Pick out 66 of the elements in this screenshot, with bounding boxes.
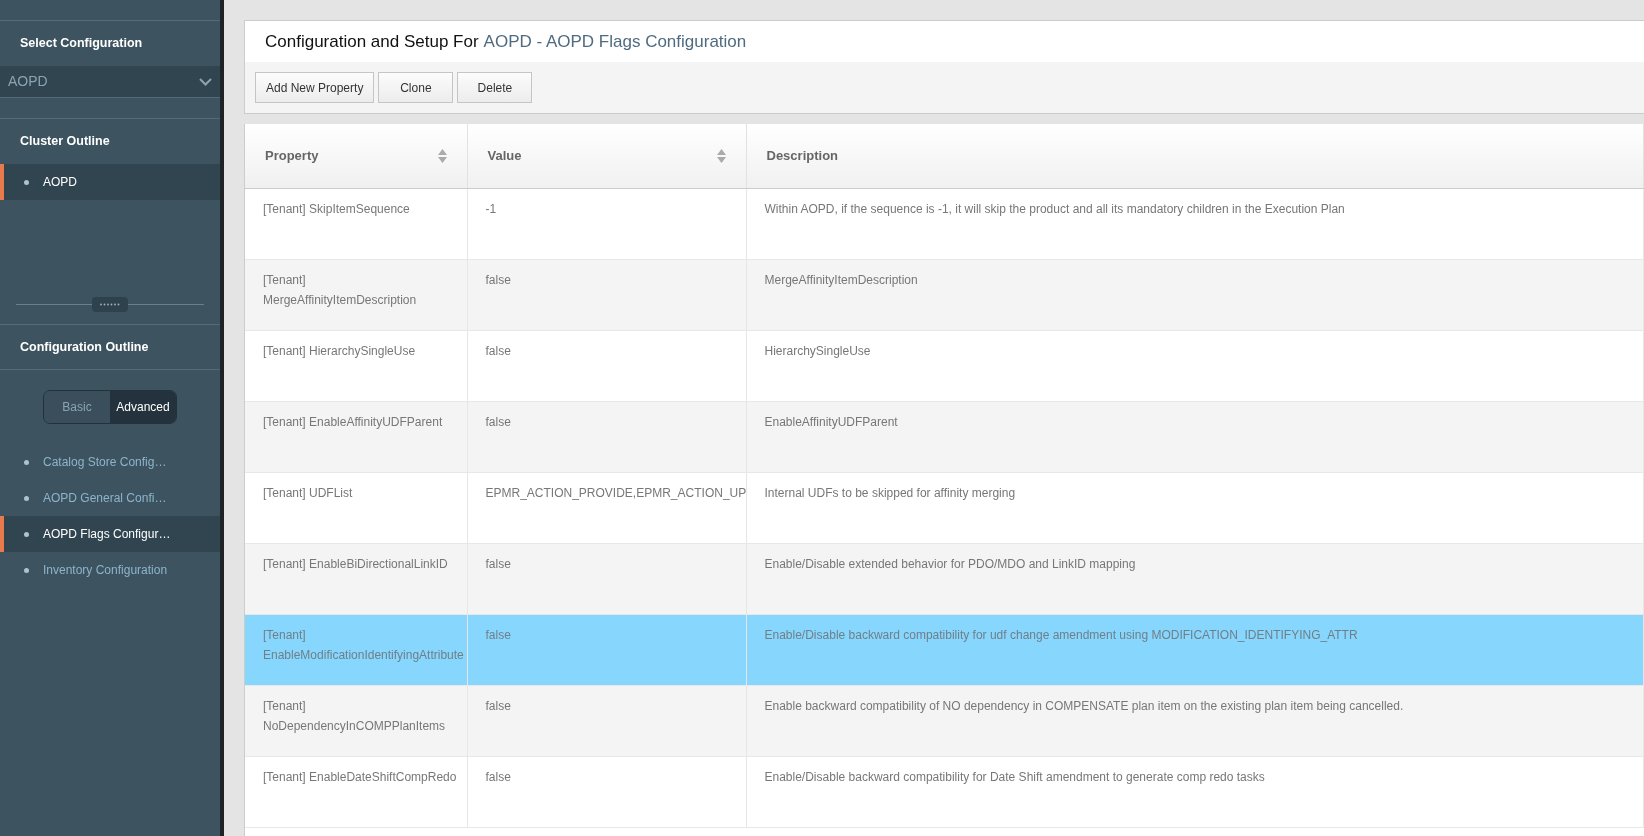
table-row[interactable]: [Tenant] EnableDateShiftCompRedo false Enable/Disable backward compatibility for Date Shift amendment to generate comp redo tasks bbox=[245, 756, 1644, 827]
table-cell: [Tenant] MergeAffinityItemDescription bbox=[245, 259, 467, 330]
table-cell: -1 bbox=[467, 188, 746, 259]
table-row[interactable]: [Tenant] UDFList EPMR_ACTION_PROVIDE,EPMR_ACTION_UP Internal UDFs to be skipped for affinity merging bbox=[245, 472, 1644, 543]
column-label: Property bbox=[265, 147, 319, 165]
table-row[interactable]: [Tenant] SkipItemSequence -1 Within AOPD, if the sequence is -1, it will skip the product and all its mandatory children in the Execution Plan bbox=[245, 188, 1644, 259]
table-cell: false bbox=[467, 259, 746, 330]
table-cell: [Tenant] EnableDateShiftCompRedo bbox=[245, 756, 467, 827]
section-title: Select Configuration bbox=[20, 35, 143, 53]
table-cell: EnableAffinityUDFParent bbox=[746, 401, 1644, 472]
table-row[interactable]: [Tenant] EnableAffinityUDFParent false EnableAffinityUDFParent bbox=[245, 401, 1644, 472]
bullet-icon bbox=[24, 459, 29, 465]
table-cell: false bbox=[467, 756, 746, 827]
toolbar-button[interactable]: Clone bbox=[378, 72, 454, 103]
table-cell: [Tenant] UDFList bbox=[245, 472, 467, 543]
table-cell: Enable backward compatibility of NO dependency in COMPENSATE plan item on the existing plan item being cancelled. bbox=[746, 685, 1644, 756]
mode-toggle[interactable]: Advanced bbox=[110, 391, 176, 423]
nav-item[interactable]: Catalog Store Config… bbox=[0, 444, 220, 480]
bullet-icon bbox=[24, 567, 29, 573]
table-cell: MergeAffinityItemDescription bbox=[746, 259, 1644, 330]
table-cell: false bbox=[467, 685, 746, 756]
column-header[interactable]: Value bbox=[467, 124, 746, 188]
table-cell: false bbox=[467, 614, 746, 685]
sort-icon[interactable] bbox=[716, 148, 726, 163]
table-cell: Internal UDFs to be skipped for affinity merging bbox=[746, 472, 1644, 543]
column-label: Value bbox=[487, 147, 522, 165]
table-cell: false bbox=[467, 401, 746, 472]
table-cell: [Tenant] EnableBiDirectionalLinkID bbox=[245, 543, 467, 614]
table-cell: [Tenant] EnableAffinityUDFParent bbox=[245, 401, 467, 472]
configuration-dropdown[interactable]: AOPD bbox=[0, 66, 220, 98]
column-header[interactable]: Property bbox=[245, 124, 467, 188]
table-row[interactable]: [Tenant] EnableBiDirectionalLinkID false Enable/Disable extended behavior for PDO/MDO and LinkID mapping bbox=[245, 543, 1644, 614]
bullet-icon bbox=[24, 531, 29, 537]
mode-toggle[interactable]: Basic bbox=[44, 391, 110, 423]
table-cell: HierarchySingleUse bbox=[746, 330, 1644, 401]
table-cell: [Tenant] EnableModificationIdentifyingAttribute bbox=[245, 614, 467, 685]
section-title: Cluster Outline bbox=[20, 133, 110, 151]
table-cell: Within AOPD, if the sequence is -1, it will skip the product and all its mandatory children in the Execution Plan bbox=[746, 188, 1644, 259]
table-row[interactable]: [Tenant] EnableModificationIdentifyingAttribute false Enable/Disable backward compatibility for udf change amendment using MODIFICATION_IDENTIFYING_ATTR bbox=[245, 614, 1644, 685]
table-row[interactable]: [Tenant] MergeAffinityItemDescription false MergeAffinityItemDescription bbox=[245, 259, 1644, 330]
page-title: Configuration and Setup For bbox=[265, 30, 479, 53]
chevron-down-icon bbox=[199, 77, 212, 86]
toolbar-button[interactable]: Delete bbox=[457, 72, 533, 103]
table-row[interactable]: [Tenant] HierarchySingleUse false HierarchySingleUse bbox=[245, 330, 1644, 401]
nav-item[interactable]: AOPD bbox=[0, 164, 220, 200]
bullet-icon bbox=[24, 495, 29, 501]
table-cell: [Tenant] NoDependencyInCOMPPlanItems bbox=[245, 685, 467, 756]
table-cell: false bbox=[467, 330, 746, 401]
table-row[interactable]: [Tenant] NoDependencyInCOMPPlanItems false Enable backward compatibility of NO dependency in COMPENSATE plan item on the existing plan item being cancelled. bbox=[245, 685, 1644, 756]
nav-item[interactable]: Inventory Configuration bbox=[0, 552, 220, 588]
page-title-link[interactable]: AOPD - AOPD Flags Configuration bbox=[483, 28, 747, 55]
bullet-icon bbox=[24, 179, 29, 185]
table-cell: Enable/Disable backward compatibility for udf change amendment using MODIFICATION_IDENTIFYING_ATTR bbox=[746, 614, 1644, 685]
table-cell: Enable/Disable backward compatibility for Date Shift amendment to generate comp redo tasks bbox=[746, 756, 1644, 827]
section-title: Configuration Outline bbox=[20, 338, 149, 356]
table-cell: Enable/Disable extended behavior for PDO/MDO and LinkID mapping bbox=[746, 543, 1644, 614]
sort-icon[interactable] bbox=[437, 148, 447, 163]
nav-item[interactable]: AOPD Flags Configur… bbox=[0, 516, 220, 552]
table-cell: EPMR_ACTION_PROVIDE,EPMR_ACTION_UP bbox=[467, 472, 746, 543]
splitter-handle[interactable] bbox=[92, 296, 128, 312]
column-label: Description bbox=[766, 147, 838, 165]
toolbar-button[interactable]: Add New Property bbox=[255, 72, 375, 103]
table-cell: [Tenant] HierarchySingleUse bbox=[245, 330, 467, 401]
nav-item[interactable]: AOPD General Confi… bbox=[0, 480, 220, 516]
table-cell: [Tenant] SkipItemSequence bbox=[245, 188, 467, 259]
table-cell: false bbox=[467, 543, 746, 614]
